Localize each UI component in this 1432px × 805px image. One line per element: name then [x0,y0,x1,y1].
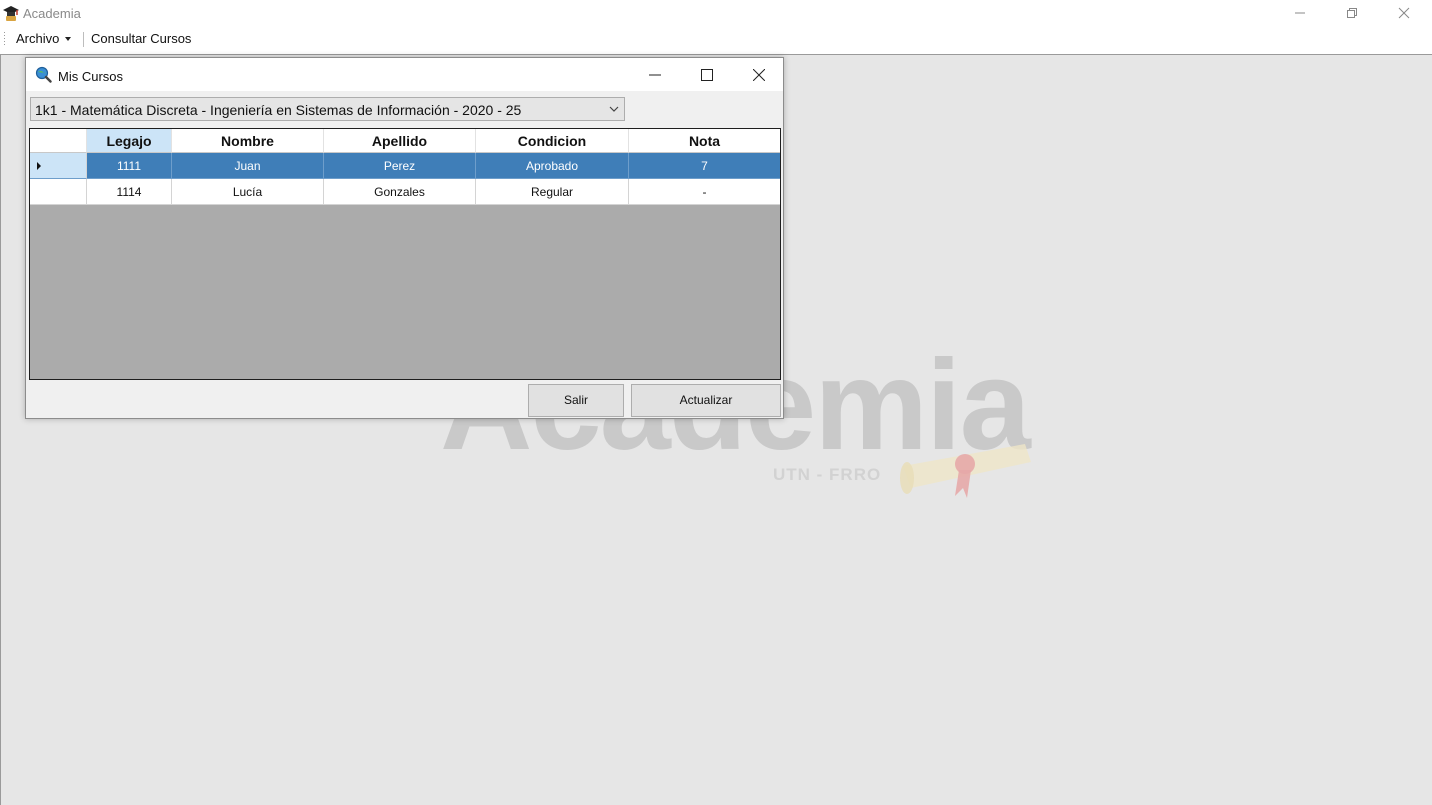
row-header-cell[interactable] [30,179,87,205]
column-header-condicion[interactable]: Condicion [476,129,629,153]
child-close-button[interactable] [733,58,785,91]
row-header-cell[interactable] [30,153,87,179]
close-icon [753,69,765,81]
menu-separator [83,32,84,47]
menu-consultar-cursos[interactable]: Consultar Cursos [86,29,196,49]
column-header-legajo[interactable]: Legajo [87,129,172,153]
column-header-apellido[interactable]: Apellido [324,129,476,153]
chevron-down-icon [609,106,619,112]
cell-condicion[interactable]: Aprobado [476,153,629,179]
actualizar-button[interactable]: Actualizar [631,384,781,417]
course-select[interactable]: 1k1 - Matemática Discreta - Ingeniería e… [30,97,625,121]
maximize-icon [701,69,713,81]
graduation-cap-icon [3,6,19,21]
child-minimize-button[interactable] [629,58,681,91]
child-window-title: Mis Cursos [58,69,124,84]
menu-grip [4,32,6,46]
table-row[interactable]: 1114 Lucía Gonzales Regular - [30,179,780,205]
cell-condicion[interactable]: Regular [476,179,629,205]
menu-strip: Archivo Consultar Cursos [0,27,1432,52]
app-title: Academia [23,6,81,21]
cell-legajo[interactable]: 1114 [87,179,172,205]
diploma-scroll-icon [900,444,1031,498]
mis-cursos-window: Mis Cursos 1k1 - Matemática Discreta - I… [25,57,784,419]
grid-corner-cell [30,129,87,153]
cell-legajo[interactable]: 1111 [87,153,172,179]
cell-nombre[interactable]: Lucía [172,179,324,205]
restore-button[interactable] [1329,0,1375,27]
cell-nombre[interactable]: Juan [172,153,324,179]
salir-button[interactable]: Salir [528,384,624,417]
cell-apellido[interactable]: Perez [324,153,476,179]
minimize-icon [1295,12,1305,14]
column-header-nombre[interactable]: Nombre [172,129,324,153]
close-icon [1398,7,1410,19]
child-maximize-button[interactable] [681,58,733,91]
current-row-arrow-icon [37,162,41,170]
course-select-value: 1k1 - Matemática Discreta - Ingeniería e… [35,102,522,118]
minimize-icon [649,74,661,76]
dropdown-caret-icon [65,37,72,41]
cell-nota[interactable]: 7 [629,153,780,179]
minimize-button[interactable] [1277,0,1323,27]
table-row[interactable]: 1111 Juan Perez Aprobado 7 [30,153,780,179]
students-grid[interactable]: Legajo Nombre Apellido Condicion Nota 11… [29,128,781,380]
restore-icon [1347,8,1357,18]
menu-archivo[interactable]: Archivo [11,29,76,49]
menu-archivo-label: Archivo [16,31,60,46]
watermark-subtitle: UTN - FRRO [773,465,882,484]
cell-apellido[interactable]: Gonzales [324,179,476,205]
child-titlebar: Mis Cursos [26,58,783,91]
search-globe-icon [35,66,52,83]
grid-header-row: Legajo Nombre Apellido Condicion Nota [30,129,780,155]
main-titlebar: Academia [0,0,1432,27]
close-button[interactable] [1381,0,1427,27]
column-header-nota[interactable]: Nota [629,129,780,153]
cell-nota[interactable]: - [629,179,780,205]
